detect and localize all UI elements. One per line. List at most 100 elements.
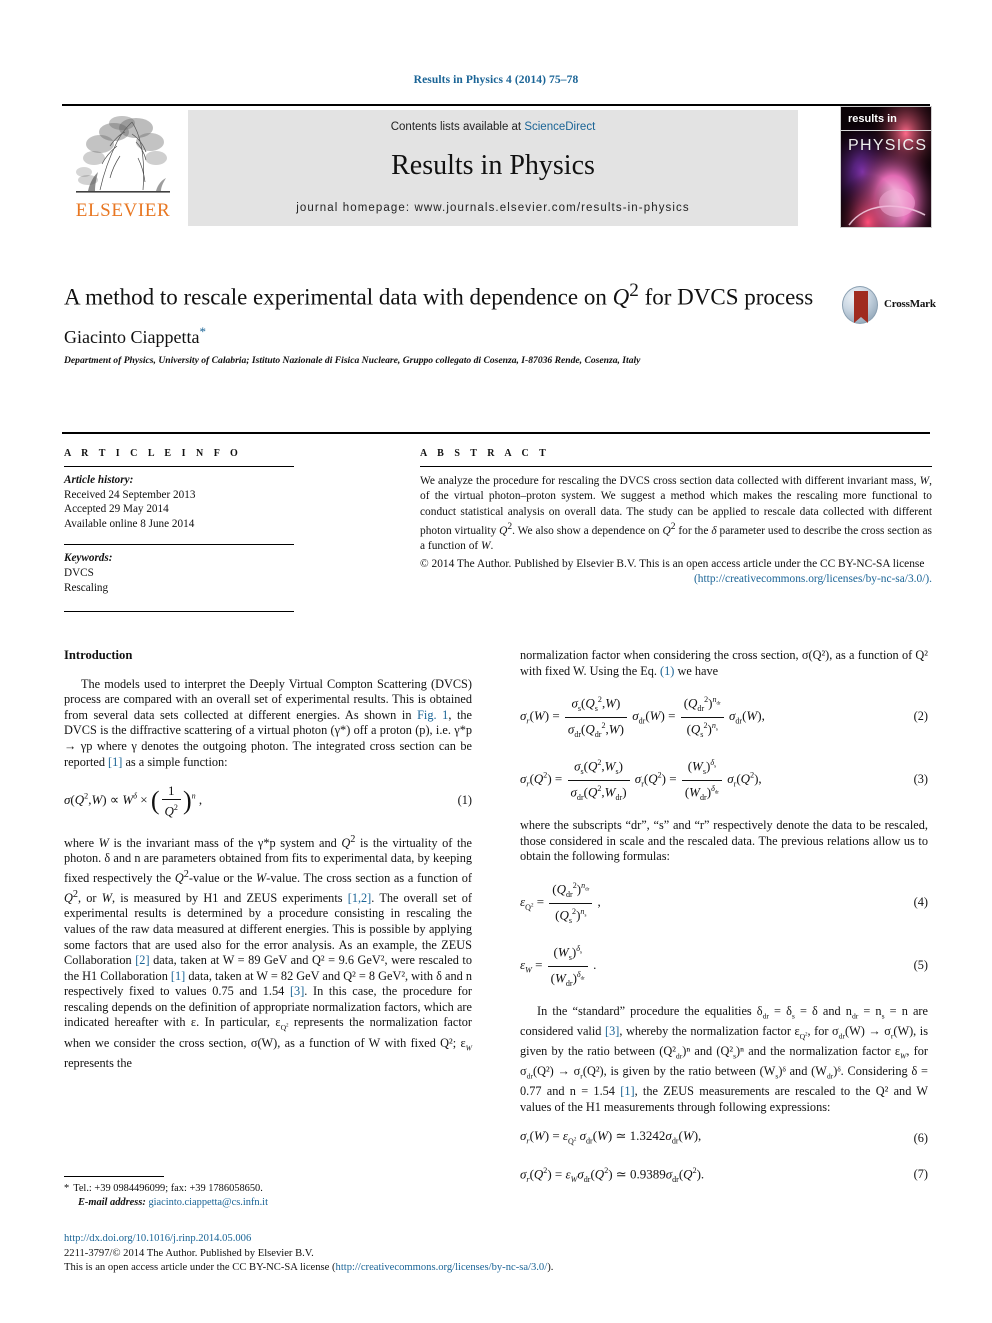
equation-5-number: (5) bbox=[913, 958, 928, 973]
rp3-seg-o: )ᵟ and (W bbox=[778, 1064, 827, 1079]
equation-6-number: (6) bbox=[913, 1131, 928, 1146]
equation-3-body: σr(Q2) = σs(Q2,Ws) σdr(Q2,Wdr) σr(Q2) = (… bbox=[520, 755, 762, 805]
keyword-item: DVCS bbox=[64, 566, 94, 579]
journal-homepage-line[interactable]: journal homepage: www.journals.elsevier.… bbox=[188, 202, 798, 214]
rp3-seg-g: , for σ bbox=[807, 1024, 839, 1039]
rp3-seg-b: = δ bbox=[768, 1004, 792, 1019]
author-name: Giacinto Ciappetta* bbox=[64, 324, 854, 348]
doi-link[interactable]: http://dx.doi.org/10.1016/j.rinp.2014.05… bbox=[64, 1233, 251, 1244]
rp3-seg-n: (Q²), is given by the ratio between (W bbox=[582, 1064, 776, 1079]
sciencedirect-link[interactable]: ScienceDirect bbox=[524, 121, 595, 133]
title-bottom-rule bbox=[62, 432, 930, 434]
keywords-label: Keywords: bbox=[64, 552, 113, 565]
p1-seg-c: as a simple function: bbox=[122, 754, 228, 769]
rp3-seg-a: In the “standard” procedure the equaliti… bbox=[537, 1004, 763, 1019]
title-text-part2: for DVCS process bbox=[638, 284, 814, 310]
equation-7-number: (7) bbox=[913, 1167, 928, 1182]
paragraph-intro-2: where W is the invariant mass of the γ*p… bbox=[64, 833, 473, 1070]
rp3-seg-h: (W) → σ bbox=[845, 1024, 891, 1039]
equation-reference-link[interactable]: (1) bbox=[660, 664, 674, 678]
author-label: Giacinto Ciappetta bbox=[64, 326, 200, 347]
creative-commons-link[interactable]: http://creativecommons.org/licenses/by-n… bbox=[336, 1262, 548, 1273]
article-info-heading: A R T I C L E I N F O bbox=[64, 448, 242, 459]
p2-seg-m: represents the bbox=[64, 1055, 132, 1070]
equation-5-row: εW = (Ws)δs (Wdr)δdr . (5) bbox=[520, 941, 928, 991]
citation-link-1[interactable]: [1] bbox=[108, 755, 122, 769]
equation-7-body: σr(Q2) = εWσdr(Q2) ≃ 0.9389σdr(Q2). bbox=[520, 1165, 705, 1184]
rp1-seg-a: normalization factor when considering th… bbox=[520, 648, 928, 678]
rp3-seg-d: = n bbox=[858, 1004, 882, 1019]
title-superscript: 2 bbox=[629, 280, 639, 301]
abstract-seg-f: . bbox=[490, 540, 494, 553]
equation-3-number: (3) bbox=[913, 772, 928, 787]
equation-1-row: σ(Q2,W) ∝ Wδ × (1 Q2)n , (1) bbox=[64, 783, 472, 819]
masthead-banner: Contents lists available at ScienceDirec… bbox=[188, 110, 798, 226]
contents-prefix: Contents lists available at bbox=[390, 121, 525, 133]
equation-2-row: σr(W) = σs(Qs2,W) σdr(Qdr2,W) σdr(W) = (Q… bbox=[520, 692, 928, 742]
section-heading-introduction: Introduction bbox=[64, 648, 133, 662]
article-history-block: Article history: Received 24 September 2… bbox=[64, 467, 294, 531]
abstract-seg-d: for the bbox=[675, 525, 712, 538]
abstract-column: A B S T R A C T We analyze the procedure… bbox=[420, 448, 932, 588]
title-symbol-q: Q bbox=[612, 284, 630, 310]
figure-reference-link[interactable]: Fig. 1 bbox=[417, 708, 448, 722]
citation-link-1b[interactable]: [1] bbox=[171, 969, 185, 983]
footnote-contact-line: * Tel.: +39 0984496099; fax: +39 17860586… bbox=[64, 1182, 474, 1196]
abstract-seg-a: We analyze the procedure for rescaling t… bbox=[420, 475, 920, 487]
citation-link-3b[interactable]: [3] bbox=[605, 1024, 619, 1038]
title-text-part1: A method to rescale experimental data wi… bbox=[64, 284, 613, 310]
issn-copyright-line: 2211-3797/© 2014 The Author. Published b… bbox=[64, 1247, 314, 1259]
citation-link-2[interactable]: [2] bbox=[135, 953, 149, 967]
history-received: Received 24 September 2013 bbox=[64, 488, 196, 501]
paragraph-intro-1: The models used to interpret the Deeply … bbox=[64, 677, 472, 771]
journal-title: Results in Physics bbox=[391, 150, 595, 181]
p1-seg-a: The models used to interpret the Deeply … bbox=[64, 676, 472, 722]
journal-cover-thumbnail[interactable]: results in PHYSICS bbox=[840, 106, 932, 228]
crossmark-badge[interactable]: CrossMark bbox=[842, 286, 942, 326]
history-available-online: Available online 8 June 2014 bbox=[64, 517, 195, 530]
equation-6-row: σr(W) = εQ2 σdr(W) ≃ 1.3242σdr(W), (6) bbox=[520, 1128, 928, 1149]
citation-link-12[interactable]: [1,2] bbox=[348, 891, 372, 905]
journal-article-page: Results in Physics 4 (2014) 75–78 ELSEVI… bbox=[0, 0, 992, 1323]
p2-seg-f: , or bbox=[78, 890, 102, 905]
author-email-link[interactable]: giacinto.ciappetta@cs.infn.it bbox=[148, 1197, 268, 1208]
author-footnote-marker[interactable]: * bbox=[199, 324, 206, 339]
keyword-item: Rescaling bbox=[64, 581, 109, 594]
equation-4-body: εQ2 = (Qdr2)ndr (Qs2)ns , bbox=[520, 878, 601, 928]
body-column-right: normalization factor when considering th… bbox=[520, 648, 928, 1200]
rp3-seg-f: , whereby the normalization factor ε bbox=[619, 1024, 800, 1039]
rp3-seg-m: (Q²) → σ bbox=[532, 1064, 581, 1079]
license-prefix: This is an open access article under the… bbox=[64, 1262, 336, 1274]
history-accepted: Accepted 29 May 2014 bbox=[64, 503, 169, 516]
license-suffix: ). bbox=[547, 1262, 554, 1274]
p2-seg-g: , is measured by H1 and ZEUS experiments bbox=[111, 890, 348, 905]
equation-7-value: 0.9389 bbox=[629, 1165, 666, 1181]
p2-seg-e: -value. The cross section as a function … bbox=[266, 871, 472, 886]
abstract-seg-c: . We also show a dependence on bbox=[512, 525, 663, 538]
footnote-star-marker: * bbox=[64, 1183, 70, 1194]
abstract-license-link[interactable]: (http://creativecommons.org/licenses/by-… bbox=[694, 573, 932, 585]
page-title: A method to rescale experimental data wi… bbox=[64, 276, 854, 313]
citation-link-3[interactable]: [3] bbox=[290, 984, 304, 998]
elsevier-wordmark: ELSEVIER bbox=[75, 200, 171, 221]
running-head: Results in Physics 4 (2014) 75–78 bbox=[413, 74, 579, 86]
rp3-seg-j: )ⁿ and (Q² bbox=[682, 1044, 734, 1059]
crossmark-icon bbox=[842, 286, 878, 324]
cover-title-line1: results in bbox=[841, 107, 931, 131]
crossmark-label: CrossMark bbox=[884, 298, 936, 310]
equation-6-body: σr(W) = εQ2 σdr(W) ≃ 1.3242σdr(W), bbox=[520, 1128, 702, 1147]
abstract-copyright: © 2014 The Author. Published by Elsevier… bbox=[420, 557, 925, 570]
footnote-rule bbox=[64, 1176, 164, 1177]
abstract-text: We analyze the procedure for rescaling t… bbox=[420, 475, 932, 586]
equation-4-row: εQ2 = (Qdr2)ndr (Qs2)ns , (4) bbox=[520, 878, 928, 928]
history-label: Article history: bbox=[64, 474, 134, 486]
masthead-top-rule bbox=[62, 104, 930, 106]
equation-1-number: (1) bbox=[457, 793, 472, 808]
citation-link-1c[interactable]: [1] bbox=[620, 1084, 634, 1098]
elsevier-tree-svg bbox=[76, 116, 170, 193]
article-title-block: A method to rescale experimental data wi… bbox=[64, 276, 854, 366]
p2-seg-a: where bbox=[64, 835, 99, 850]
footnote-telephone: Tel.: +39 0984496099; fax: +39 178605865… bbox=[73, 1183, 263, 1194]
elsevier-tree-icon bbox=[70, 112, 176, 200]
